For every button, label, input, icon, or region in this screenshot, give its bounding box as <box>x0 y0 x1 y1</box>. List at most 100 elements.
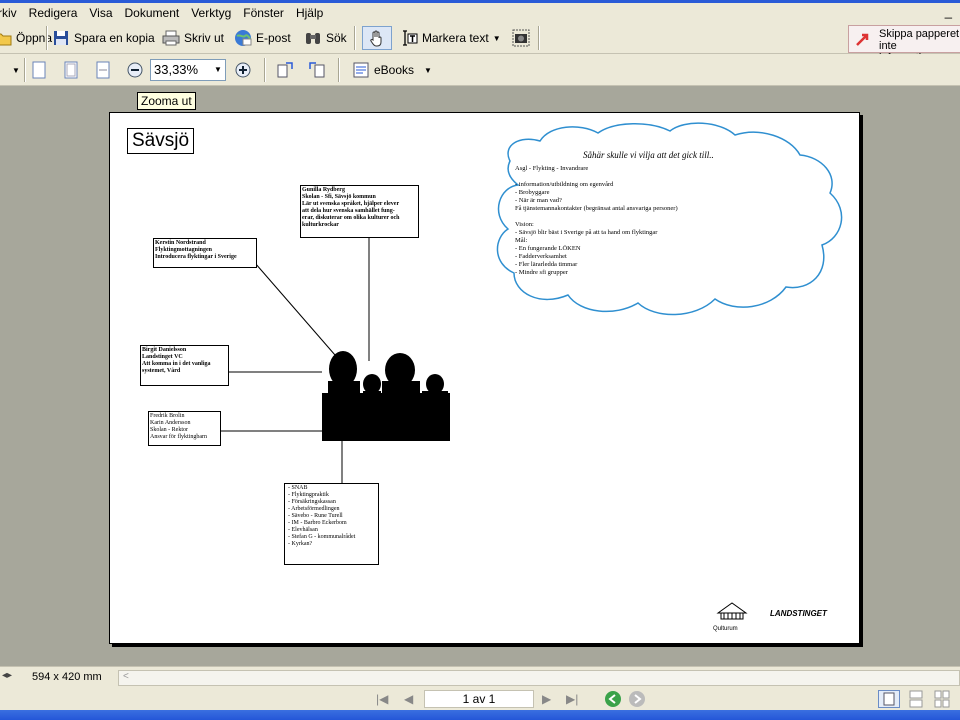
cloud-line: - information/utbildning om egenvård <box>515 181 614 188</box>
box-line: - SNAB <box>288 485 308 491</box>
snapshot-button[interactable] <box>512 26 530 50</box>
back-icon[interactable] <box>604 690 622 711</box>
facing-view-icon[interactable] <box>934 690 950 711</box>
hand-tool-button[interactable] <box>362 26 392 50</box>
continuous-view-icon[interactable] <box>908 690 924 711</box>
menu-edit[interactable]: Redigera <box>23 4 84 22</box>
camera-icon <box>512 29 530 47</box>
split-icon[interactable]: ◂▸ <box>2 670 12 681</box>
zoom-out-icon <box>126 61 144 79</box>
navigation-bar: |◀ ◀ 1 av 1 ▶ ▶| <box>0 688 960 710</box>
fit-width-button[interactable] <box>94 58 112 82</box>
last-page-icon[interactable]: ▶| <box>566 692 578 706</box>
next-page-icon[interactable]: ▶ <box>542 692 551 706</box>
print-button[interactable]: Skriv ut <box>162 26 224 50</box>
page-icon <box>30 61 48 79</box>
toolbar-separator <box>24 58 25 82</box>
skip-paper-label-1: Skippa papperet <box>879 28 960 40</box>
box-line: - Sävebo - Rune Turell <box>288 513 343 519</box>
scroll-left-icon[interactable]: < <box>123 671 129 682</box>
select-text-button[interactable]: Markera text ▼ <box>400 26 501 50</box>
box-line: Introducera flyktingar i Sverige <box>155 254 237 260</box>
menu-help[interactable]: Hjälp <box>290 4 329 22</box>
menu-file[interactable]: rkiv <box>0 4 23 22</box>
page-indicator[interactable]: 1 av 1 <box>424 690 534 708</box>
search-label: Sök <box>326 31 347 45</box>
landstinget-logo: LANDSTINGET <box>770 609 827 618</box>
cloud-line: - Brobyggare <box>515 189 550 196</box>
minimize-button[interactable]: _ <box>945 4 952 19</box>
cloud-line: Vision: <box>515 221 534 228</box>
box-name: Fredrik Brolin <box>150 413 185 419</box>
qulturum-logo <box>716 602 748 620</box>
email-button[interactable]: E-post <box>234 26 291 50</box>
rotate-icon <box>308 61 326 79</box>
box-line: - Arbetsförmedlingen <box>288 506 340 512</box>
cloud-line <box>515 213 815 221</box>
box-line: - Försäkringskassan <box>288 499 336 505</box>
open-button[interactable]: Öppna <box>0 26 52 50</box>
print-label: Skriv ut <box>184 31 225 45</box>
box-name: Kerstin Nordstrand <box>155 240 206 246</box>
menu-view[interactable]: Visa <box>83 4 118 22</box>
ebooks-label: eBooks <box>374 63 415 77</box>
cloud-line: - En fungerande LÖKEN <box>515 245 581 252</box>
printer-icon <box>162 29 180 47</box>
toolbar-separator <box>46 26 47 50</box>
select-text-label: Markera text <box>422 31 489 45</box>
search-button[interactable]: Sök <box>304 26 347 50</box>
toolbar-separator <box>354 26 355 50</box>
zoom-out-button[interactable] <box>126 58 144 82</box>
toolbar-separator <box>264 58 265 82</box>
first-page-icon[interactable]: |◀ <box>376 692 388 706</box>
box-line: - Stefan G - kommunalrådet <box>288 534 356 540</box>
single-page-view-icon[interactable] <box>878 690 900 711</box>
text-cursor-icon <box>400 29 418 47</box>
box-gunilla: Gunilla Rydberg Skolan - Sfi, Sävsjö kom… <box>300 185 419 238</box>
skip-paper-button[interactable]: Skippa papperet inte informatione <box>848 25 960 64</box>
box-line: Flyktingmottagningen <box>155 247 213 253</box>
box-line: Karin Andersson <box>150 420 191 426</box>
menu-tools[interactable]: Verktyg <box>185 4 237 22</box>
box-snab: - SNAB - Flyktingpraktik - Försäkringska… <box>284 483 379 565</box>
rotate-icon <box>276 61 294 79</box>
chevron-down-icon[interactable]: ▼ <box>214 61 222 79</box>
box-line: systemet, Vård <box>142 368 181 374</box>
rotate-left-button[interactable] <box>276 58 294 82</box>
box-line: Skolan - Rektor <box>150 427 188 433</box>
page-fit-icon <box>62 61 80 79</box>
box-line: erar, diskuterar om olika kulturer och <box>302 215 400 221</box>
box-kerstin: Kerstin Nordstrand Flyktingmottagningen … <box>153 238 257 268</box>
zoom-in-icon <box>234 61 252 79</box>
page-title: Sävsjö <box>127 128 195 154</box>
chevron-down-icon[interactable]: ▼ <box>424 66 432 75</box>
qulturum-label: Qulturum <box>713 626 738 632</box>
email-label: E-post <box>256 31 291 45</box>
cloud-line <box>515 173 815 181</box>
toolbar-separator <box>338 58 339 82</box>
tool-dropdown[interactable]: ▼ <box>0 58 20 82</box>
zoom-in-button[interactable] <box>234 58 252 82</box>
menu-window[interactable]: Fönster <box>237 4 290 22</box>
menu-document[interactable]: Dokument <box>119 4 186 22</box>
ebooks-button[interactable]: eBooks ▼ <box>352 58 432 82</box>
cloud-text: Såhär skulle vi vilja att det gick till.… <box>515 150 815 277</box>
fit-page-button[interactable] <box>62 58 80 82</box>
forward-icon[interactable] <box>628 690 646 711</box>
previous-page-icon[interactable]: ◀ <box>404 692 413 706</box>
actual-size-button[interactable] <box>30 58 48 82</box>
ebook-icon <box>352 61 370 79</box>
family-silhouette <box>322 351 450 441</box>
cloud-line: Asgl - Flykting - Invandrare <box>515 165 589 172</box>
view-toolbar: ▼ eBooks ▼ <box>0 54 960 86</box>
cloud-line: - Sävsjö blir bäst i Sverige på att ta h… <box>515 229 658 236</box>
main-toolbar: Öppna Spara en kopia Skriv ut E-post Sök <box>0 22 960 54</box>
box-name: Birgit Danielsson <box>142 347 187 353</box>
box-line: Skolan - Sfi, Sävsjö kommun <box>302 194 376 200</box>
save-copy-button[interactable]: Spara en kopia <box>52 26 155 50</box>
rotate-right-button[interactable] <box>308 58 326 82</box>
horizontal-scrollbar[interactable]: < <box>118 670 960 686</box>
connector-line <box>254 262 336 356</box>
box-line: Lär ut svenska språket, hjälper elever <box>302 201 400 207</box>
chevron-down-icon[interactable]: ▼ <box>493 34 501 43</box>
